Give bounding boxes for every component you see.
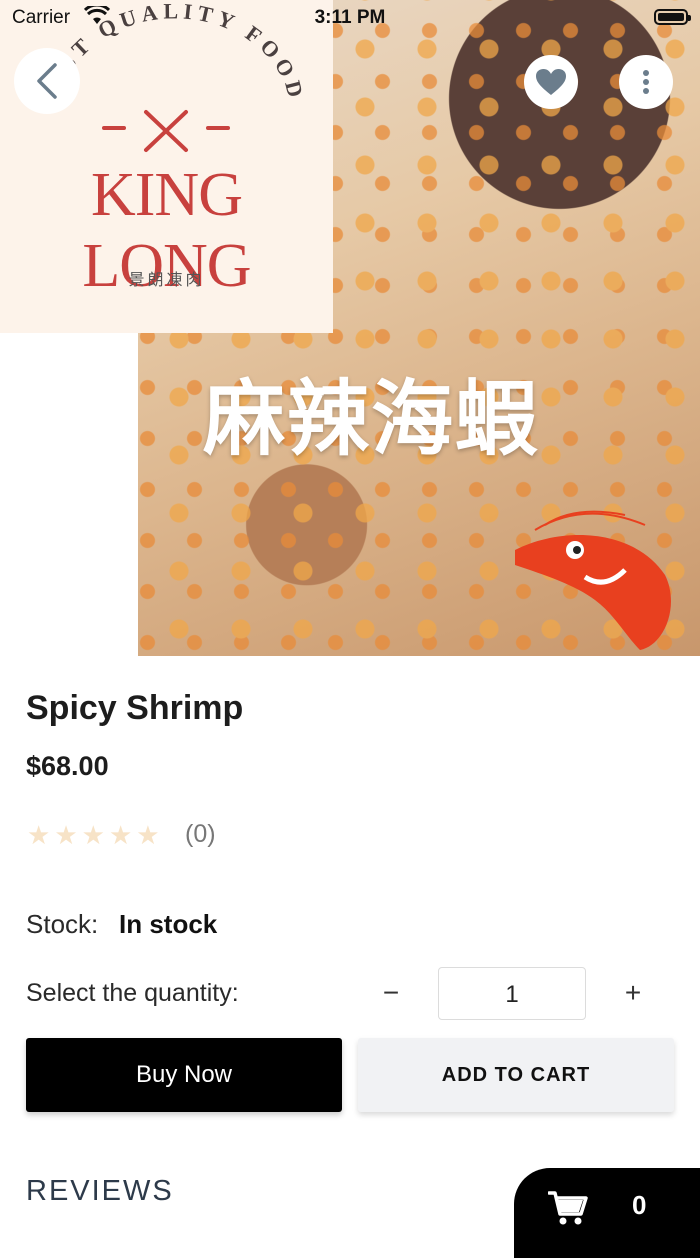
stock-value: In stock	[119, 909, 218, 939]
star-icon: ★	[27, 820, 51, 850]
star-icon: ★	[81, 820, 105, 850]
cart-icon	[548, 1191, 588, 1225]
quantity-input[interactable]: 1	[438, 967, 586, 1020]
more-options-button[interactable]	[619, 55, 673, 109]
image-caption: 麻辣海蝦	[203, 372, 540, 467]
quantity-decrease-button[interactable]: −	[374, 976, 408, 1010]
quantity-increase-button[interactable]: +	[616, 976, 650, 1010]
add-to-cart-button[interactable]: ADD TO CART	[358, 1038, 674, 1112]
buy-now-button[interactable]: Buy Now	[26, 1038, 342, 1112]
rating-stars: ★ ★ ★ ★ ★	[27, 820, 160, 850]
cart-button[interactable]: 0	[514, 1168, 700, 1258]
star-icon: ★	[136, 820, 160, 850]
favorite-button[interactable]	[524, 55, 578, 109]
battery-level	[658, 13, 684, 21]
star-icon: ★	[108, 820, 133, 850]
logo-subtitle: 景朗凍肉	[128, 272, 205, 289]
status-bar: Carrier 3:11 PM	[0, 0, 700, 36]
reviews-heading: REVIEWS	[26, 1175, 174, 1207]
rating-count: (0)	[185, 820, 216, 848]
product-image: BEST QUALITY FOOD KING LONG 景朗凍肉 麻辣海蝦	[0, 0, 700, 656]
chevron-left-icon	[37, 63, 57, 99]
more-vertical-icon	[643, 70, 649, 94]
quantity-label: Select the quantity:	[26, 979, 239, 1007]
star-icon: ★	[54, 820, 78, 850]
stock-label: Stock:	[26, 909, 99, 939]
cart-count: 0	[632, 1190, 647, 1220]
back-button[interactable]	[14, 48, 80, 114]
product-price: $68.00	[26, 751, 109, 781]
product-title: Spicy Shrimp	[26, 689, 244, 727]
shrimp-icon	[515, 510, 671, 650]
battery-icon	[654, 9, 691, 25]
clock: 3:11 PM	[314, 7, 386, 28]
heart-icon	[536, 69, 566, 95]
